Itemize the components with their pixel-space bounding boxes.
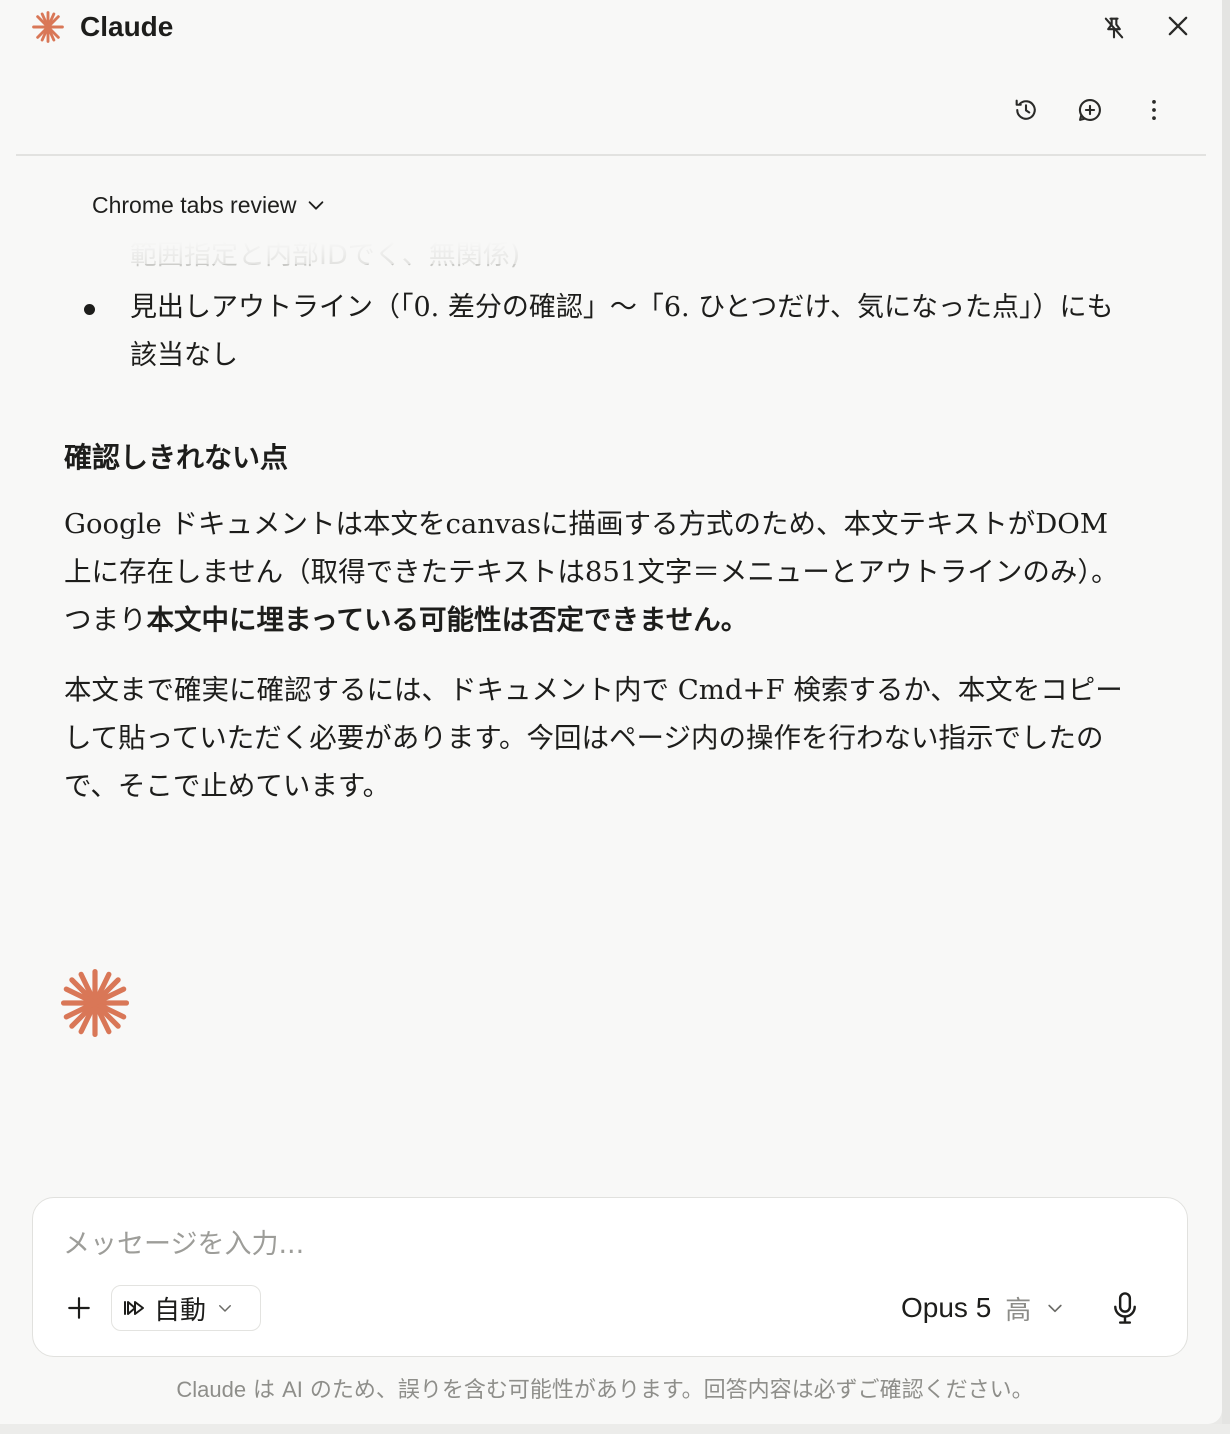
conversation-title-dropdown[interactable]: Chrome tabs review (92, 188, 327, 222)
mode-selector[interactable]: 自動 (111, 1285, 261, 1331)
model-name: Opus 5 (901, 1292, 992, 1323)
new-chat-icon (1078, 99, 1101, 121)
claude-logo-icon (32, 11, 64, 43)
close-button[interactable] (1158, 6, 1198, 46)
conversation-title: Chrome tabs review (92, 192, 297, 218)
app-title: Claude (80, 11, 174, 42)
fast-forward-icon (124, 1301, 144, 1315)
title-bar: Claude (0, 0, 1222, 56)
message-composer: 自動 Opus 5 高 (32, 1197, 1188, 1357)
history-icon (1015, 99, 1036, 120)
chevron-down-icon (219, 1305, 232, 1312)
plus-icon (68, 1297, 90, 1319)
disclaimer-brand: Claude (176, 1377, 247, 1402)
window-edge (1222, 0, 1230, 1434)
list-item: 見出しアウトライン（「0. 差分の確認」〜「6. ひとつだけ、気になった点」）に… (64, 284, 1124, 380)
disclaimer: Claude は AI のため、誤りを含む可能性があります。回答内容は必ずご確認… (0, 1374, 1210, 1407)
claude-side-panel: Claude 範囲指定と内部IDでく、無関係) Chrome tabs revi… (0, 0, 1222, 1424)
chevron-down-icon (1048, 1304, 1062, 1313)
assistant-message: 見出しアウトライン（「0. 差分の確認」〜「6. ひとつだけ、気になった点」）に… (64, 284, 1124, 810)
paragraph: Google ドキュメントは本文をcanvasに描画する方式のため、本文テキスト… (64, 500, 1124, 644)
disclaimer-text: は (246, 1378, 283, 1403)
disclaimer-rest: のため、誤りを含む可能性があります。回答内容は必ずご確認ください。 (302, 1378, 1034, 1403)
paragraph-bold-text: 本文中に埋まっている可能性は否定できません。 (146, 604, 749, 636)
more-options-button[interactable] (1134, 90, 1174, 130)
attach-button[interactable] (61, 1290, 97, 1326)
window-edge (0, 1424, 1230, 1434)
more-vertical-icon (1152, 99, 1156, 121)
model-selector[interactable]: Opus 5 高 (901, 1286, 1065, 1330)
toolbar-divider (16, 154, 1206, 156)
effort-level: 高 (1005, 1295, 1032, 1326)
new-chat-button[interactable] (1070, 90, 1110, 130)
history-button[interactable] (1006, 90, 1046, 130)
message-input[interactable] (63, 1224, 883, 1264)
bullet-dot (84, 304, 95, 315)
disclaimer-ai: AI (282, 1377, 303, 1402)
section-heading: 確認しきれない点 (64, 441, 289, 474)
close-icon (1168, 16, 1188, 36)
microphone-icon (1114, 1292, 1136, 1324)
pin-off-icon (1104, 17, 1124, 39)
unpin-button[interactable] (1094, 8, 1134, 48)
scroll-fade-overlay (0, 226, 1222, 264)
list-item-text: 見出しアウトライン（「0. 差分の確認」〜「6. ひとつだけ、気になった点」）に… (130, 292, 1114, 371)
claude-thinking-spinner-icon (60, 968, 130, 1038)
chevron-down-icon (308, 201, 323, 210)
voice-input-button[interactable] (1105, 1286, 1145, 1330)
mode-label: 自動 (154, 1295, 207, 1326)
paragraph: 本文まで確実に確認するには、ドキュメント内で Cmd+F 検索するか、本文をコピ… (64, 674, 1123, 802)
